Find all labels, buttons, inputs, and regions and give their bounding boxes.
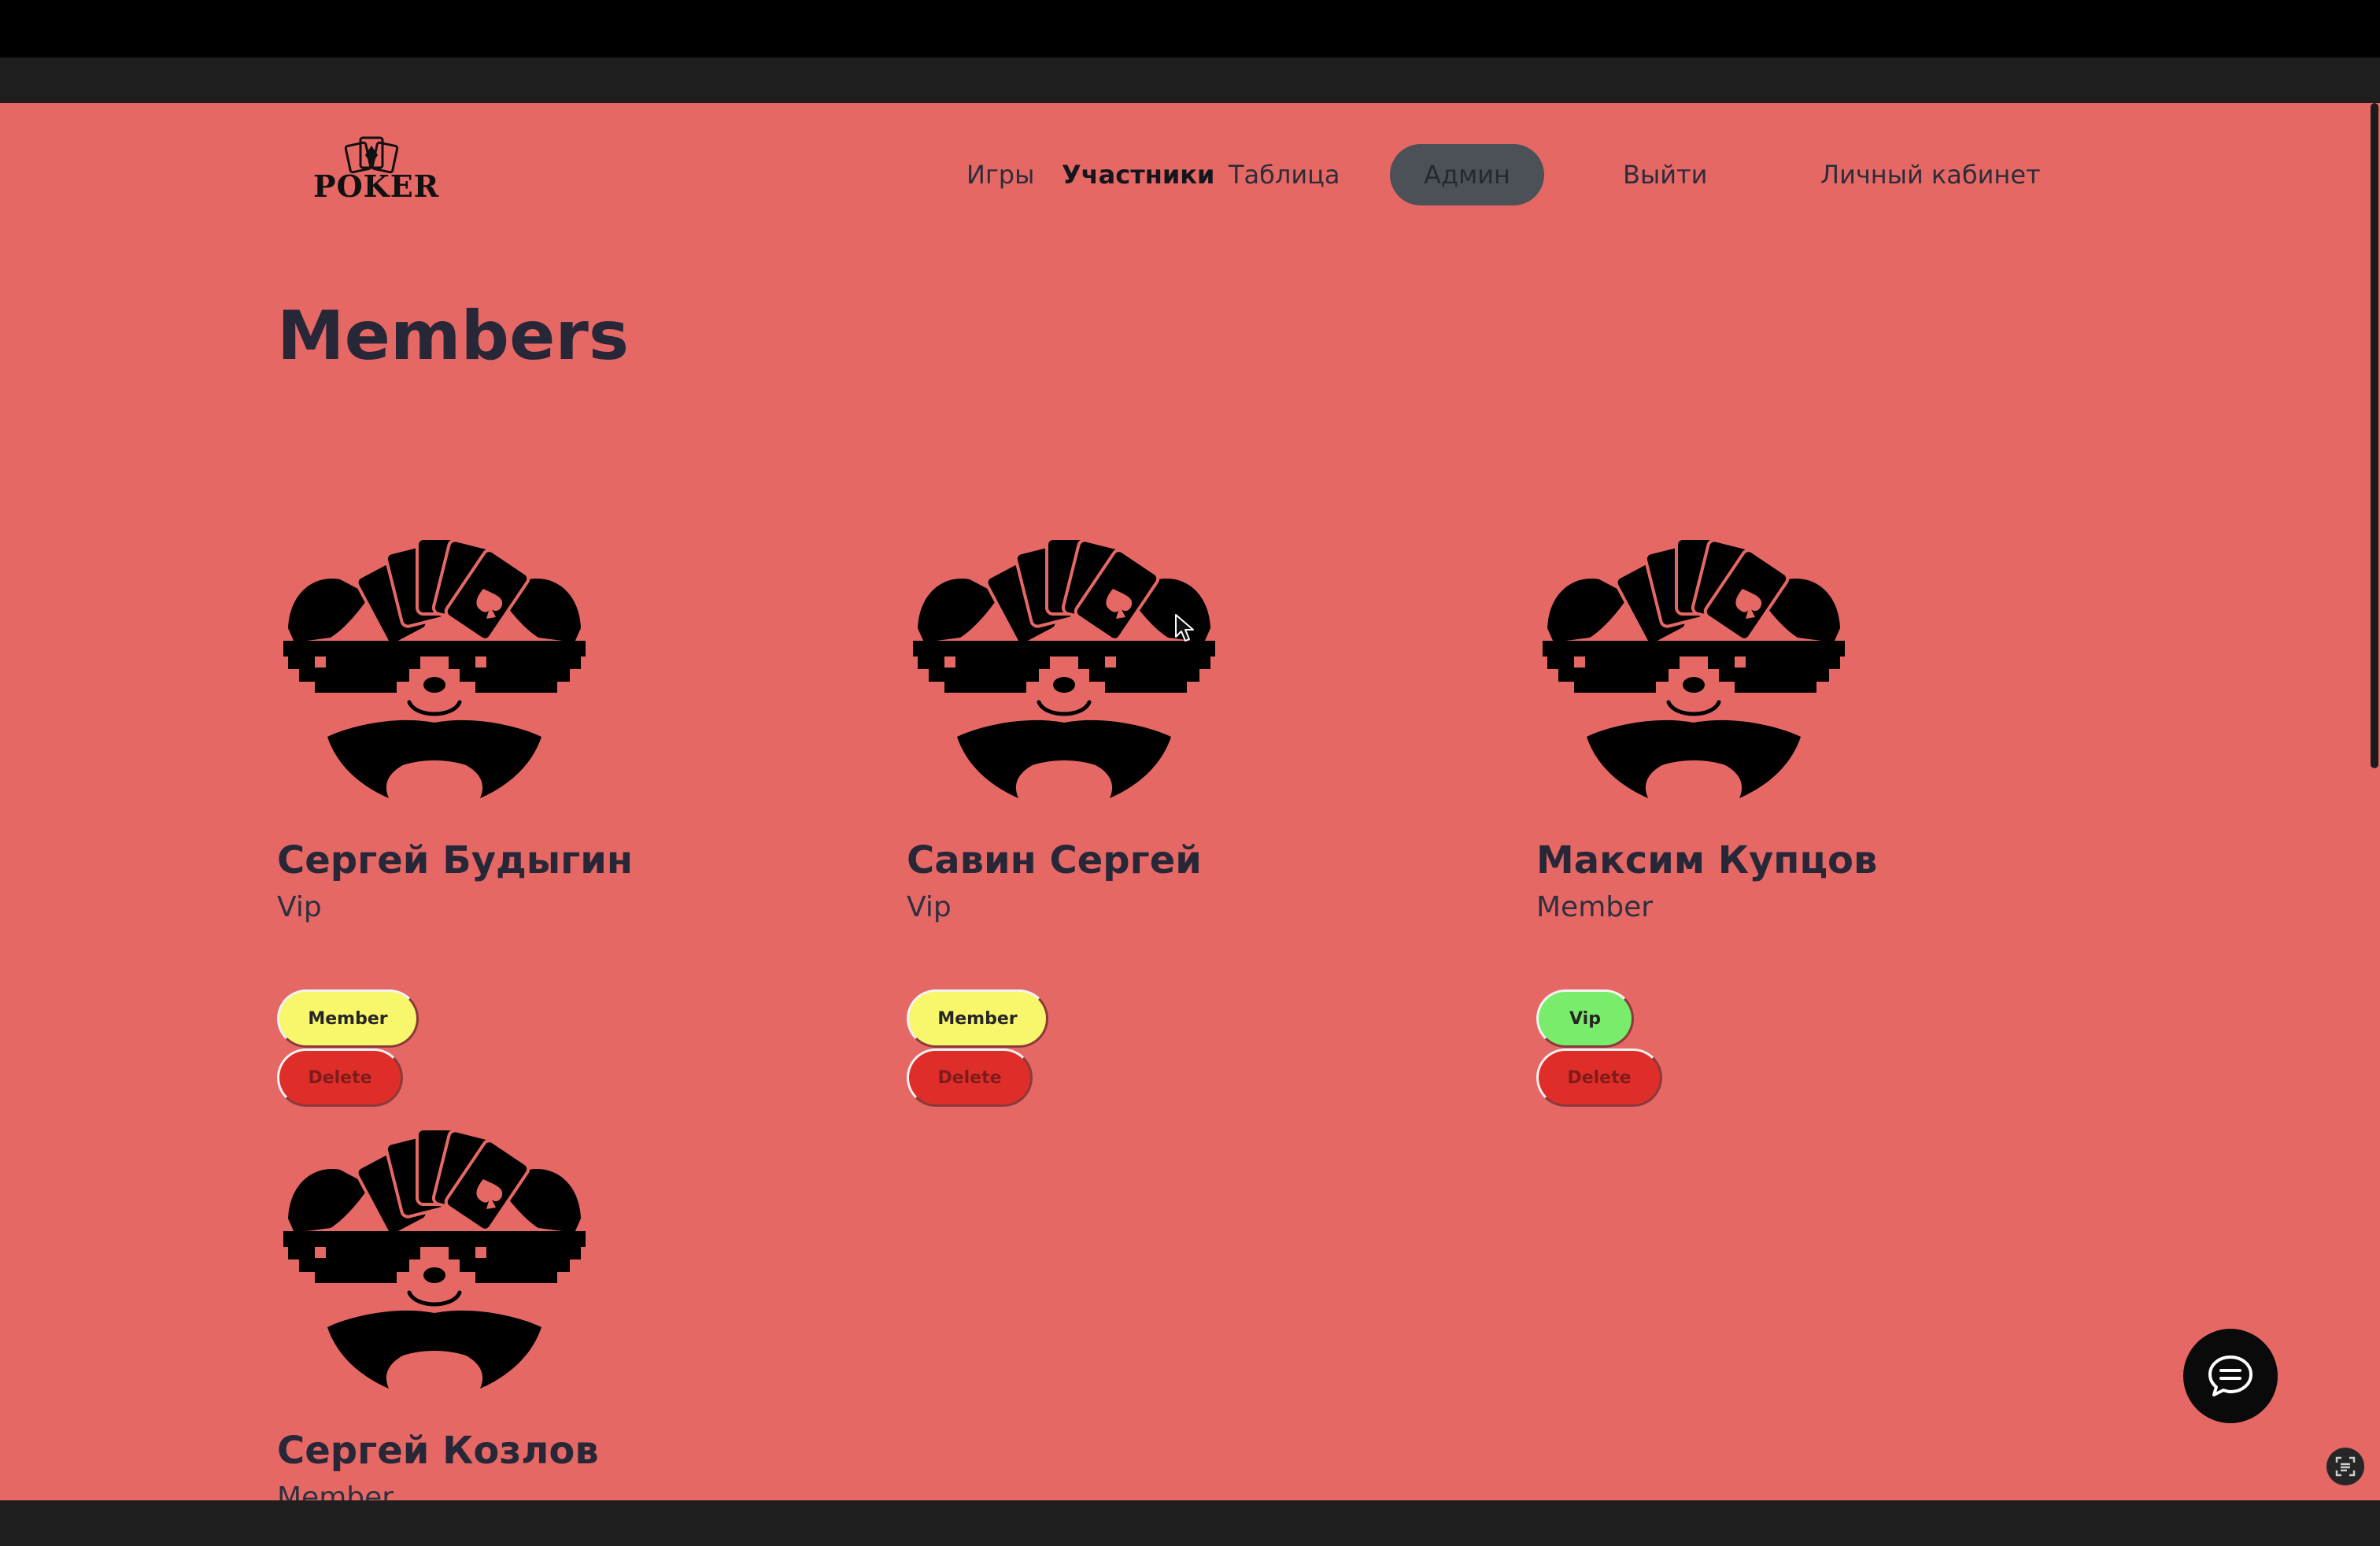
member-card: Сергей Будыгин Vip Member Delete [277, 520, 828, 1110]
panda-avatar-icon [283, 1110, 586, 1393]
member-name: Савин Сергей [907, 838, 1202, 882]
mouse-cursor-icon [1175, 614, 1194, 642]
page: POKER Игры Участники Таблица Админ Выйти… [0, 103, 2380, 1500]
screenshot-button[interactable] [2326, 1448, 2364, 1485]
panda-avatar-icon [283, 520, 586, 803]
set-member-button[interactable]: Member [277, 989, 419, 1048]
delete-button[interactable]: Delete [277, 1049, 403, 1107]
nav-table[interactable]: Таблица [1229, 160, 1340, 190]
member-card: Максим Купцов Member Vip Delete [1536, 520, 2087, 1110]
member-card: Сергей Козлов Member [277, 1110, 828, 1500]
member-name: Максим Купцов [1536, 838, 1878, 882]
screen-bottom-bar [0, 1500, 2380, 1546]
panda-avatar-icon [1543, 520, 1845, 803]
set-member-button[interactable]: Member [907, 989, 1048, 1048]
delete-button[interactable]: Delete [907, 1049, 1033, 1107]
browser-top-bar [0, 57, 2380, 103]
chat-button[interactable] [2183, 1329, 2278, 1423]
scrollbar[interactable] [2369, 103, 2380, 1500]
nav-games[interactable]: Игры [966, 160, 1034, 190]
poker-logo[interactable]: POKER [313, 133, 440, 205]
member-status: Member [277, 1481, 394, 1500]
panda-avatar-icon [913, 520, 1215, 803]
scrollbar-thumb[interactable] [2371, 103, 2378, 768]
member-status: Member [1536, 891, 1654, 923]
page-title: Members [277, 297, 630, 375]
member-card: Савин Сергей Vip Member Delete [907, 520, 1458, 1110]
member-name: Сергей Козлов [277, 1429, 599, 1473]
member-name: Сергей Будыгин [277, 838, 634, 882]
set-vip-button[interactable]: Vip [1536, 989, 1634, 1048]
logo-text: POKER [313, 168, 440, 204]
chat-icon [2208, 1356, 2252, 1396]
nav-personal-cabinet[interactable]: Личный кабинет [1820, 160, 2041, 190]
nav-admin-button[interactable]: Админ [1390, 144, 1544, 205]
screenshot-icon [2335, 1456, 2356, 1477]
delete-button[interactable]: Delete [1536, 1049, 1662, 1107]
nav-logout[interactable]: Выйти [1623, 160, 1707, 190]
screen-top-bar [0, 0, 2380, 57]
member-status: Vip [277, 891, 322, 923]
nav-members[interactable]: Участники [1062, 160, 1214, 190]
member-status: Vip [907, 891, 952, 923]
